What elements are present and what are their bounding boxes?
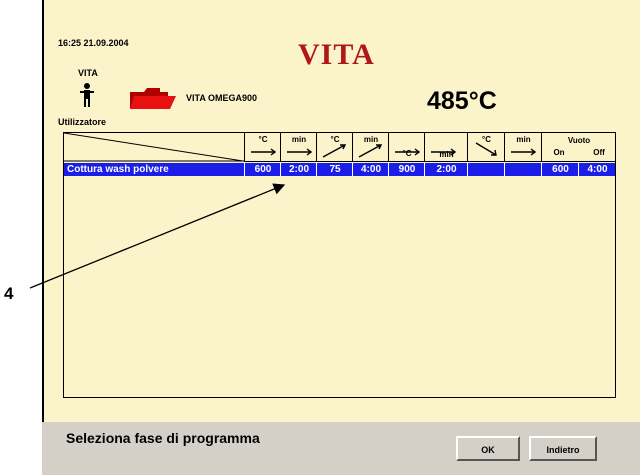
status-text: Seleziona fase di programma (66, 430, 260, 446)
callout-number: 4 (4, 284, 14, 303)
back-button[interactable]: Indietro (529, 436, 597, 461)
callout-arrow (29, 183, 286, 289)
ok-button[interactable]: OK (456, 436, 520, 461)
